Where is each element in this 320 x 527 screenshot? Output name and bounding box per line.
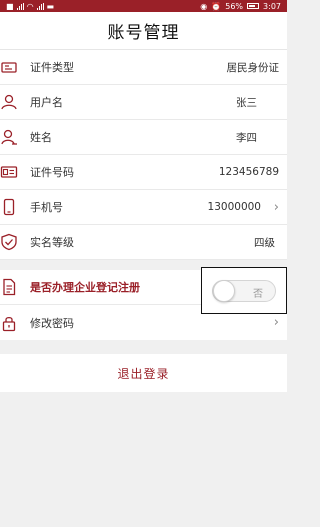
logout-label: 退出登录 [117,366,170,381]
account-info-list: 证件类型 居民身份证 用户名 张三 姓名 李四 证件号码 123456789 手… [0,50,287,260]
status-right: ◉ ⏰ 56% 3:07 [200,2,281,11]
row-change-password[interactable]: 修改密码 › [0,305,287,340]
row-value: 李四 [236,131,257,144]
battery-percent: 56% [225,1,244,11]
row-id-number[interactable]: 证件号码 123456789 [0,155,287,190]
id-card-icon [0,58,18,76]
row-value: 13000000 [207,201,261,213]
toggle-knob[interactable] [213,279,235,302]
row-label: 证件号码 [30,166,74,179]
person-edit-icon [0,128,18,146]
row-verification-level[interactable]: 实名等级 四级 [0,225,287,260]
toggle-text: 否 [253,288,263,300]
row-value: 张三 [236,96,257,109]
document-icon [0,278,18,296]
status-time: 3:07 [263,1,281,11]
id-number-icon [0,163,18,181]
page-title: 账号管理 [107,23,180,43]
alarm-icon: ⏰ [211,1,222,11]
status-bar: ■ ◠ ▬ ◉ ⏰ 56% 3:07 [0,0,287,12]
signal-2-icon [36,2,44,10]
lock-icon [0,314,18,332]
eye-icon: ◉ [200,1,208,11]
shield-check-icon [0,233,18,251]
page-title-bar: 账号管理 [0,12,287,50]
row-label: 姓名 [30,131,52,144]
row-username[interactable]: 用户名 张三 [0,85,287,120]
row-value: 居民身份证 [226,61,280,74]
row-name[interactable]: 姓名 李四 [0,120,287,155]
status-left: ■ ◠ ▬ [6,2,54,11]
notification-icon: ■ [6,1,14,11]
row-value: 四级 [254,236,275,249]
row-label: 证件类型 [30,61,74,74]
registration-toggle[interactable]: 否 [212,279,276,302]
chevron-right-icon: › [273,315,279,330]
wifi-icon: ◠ [26,1,34,11]
row-label: 修改密码 [30,316,74,330]
settings-list: 是否办理企业登记注册 否 修改密码 › [0,267,287,340]
row-id-type[interactable]: 证件类型 居民身份证 [0,50,287,85]
phone-icon [0,198,18,216]
row-label: 手机号 [30,201,63,214]
battery-icon [247,3,260,9]
user-icon [0,93,18,111]
row-label: 实名等级 [30,236,74,249]
chevron-right-icon: › [273,199,279,215]
row-value: 123456789 [218,166,279,178]
row-phone[interactable]: 手机号 13000000 › [0,190,287,225]
row-enterprise-registration: 是否办理企业登记注册 否 [0,267,287,314]
message-icon: ▬ [46,1,55,11]
row-label: 用户名 [30,96,63,109]
logout-button[interactable]: 退出登录 [0,354,287,392]
signal-icon [16,2,24,10]
